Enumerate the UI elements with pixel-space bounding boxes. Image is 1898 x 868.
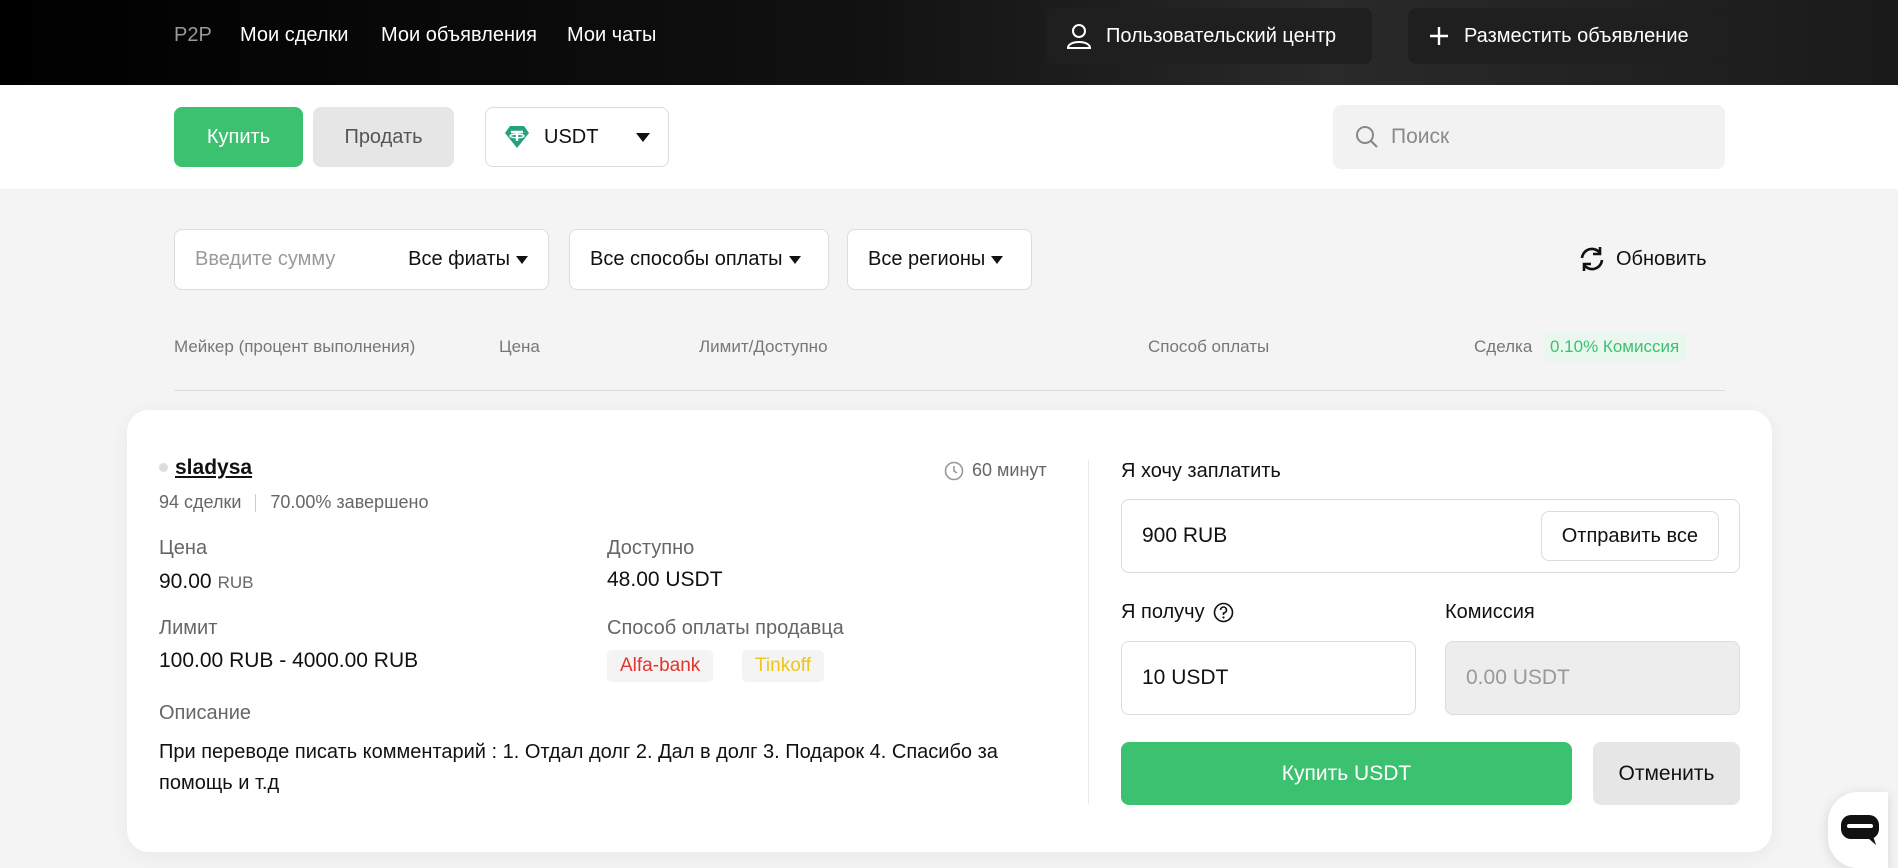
fee-amount-field: 0.00 USDT bbox=[1445, 641, 1740, 715]
price-value: 90.00 RUB bbox=[159, 570, 253, 594]
price-label: Цена bbox=[159, 537, 208, 559]
top-nav-bar: P2P Мои сделки Мои объявления Мои чаты П… bbox=[0, 0, 1898, 85]
description-label: Описание bbox=[159, 702, 252, 724]
search-icon bbox=[1356, 126, 1378, 148]
card-divider bbox=[1088, 460, 1089, 804]
chat-icon bbox=[1841, 815, 1879, 845]
nav-p2p[interactable]: P2P bbox=[174, 24, 212, 47]
coin-select[interactable]: USDT bbox=[485, 107, 669, 167]
pay-amount-value: 900 RUB bbox=[1142, 524, 1228, 547]
fee-amount-value: 0.00 USDT bbox=[1466, 666, 1570, 689]
payment-method-label: Все способы оплаты bbox=[590, 248, 783, 270]
trade-toolbar: Купить Продать USDT bbox=[0, 85, 1898, 189]
tether-icon bbox=[505, 126, 529, 148]
receive-label-text: Я получу bbox=[1121, 601, 1205, 623]
header-divider bbox=[174, 390, 1725, 391]
fee-badge: 0.10% Комиссия bbox=[1543, 332, 1687, 362]
payment-method-label-card: Способ оплаты продавца bbox=[607, 617, 844, 639]
description-text: При переводе писать комментарий : 1. Отд… bbox=[159, 741, 998, 794]
receive-amount-value: 10 USDT bbox=[1142, 666, 1229, 689]
region-label: Все регионы bbox=[868, 248, 986, 270]
nav-my-deals[interactable]: Мои сделки bbox=[240, 24, 348, 47]
refresh-icon bbox=[1580, 247, 1604, 271]
post-ad-label: Разместить объявление bbox=[1464, 24, 1689, 47]
search-box[interactable] bbox=[1333, 105, 1725, 169]
refresh-button[interactable]: Обновить bbox=[1578, 246, 1707, 272]
post-ad-button[interactable]: Разместить объявление bbox=[1408, 8, 1724, 64]
time-value: 60 минут bbox=[972, 460, 1047, 480]
plus-icon bbox=[1430, 27, 1448, 45]
pay-label: Я хочу заплатить bbox=[1121, 460, 1281, 482]
amount-filter: Все фиаты bbox=[174, 229, 549, 290]
cancel-button[interactable]: Отменить bbox=[1593, 742, 1740, 805]
fiat-dropdown[interactable]: Все фиаты bbox=[408, 248, 528, 271]
price-unit: RUB bbox=[217, 573, 254, 592]
maker-name-link[interactable]: sladysa bbox=[175, 456, 252, 480]
stats-separator bbox=[255, 493, 257, 512]
payment-tag-tinkoff: Tinkoff bbox=[742, 650, 824, 682]
coin-select-value: USDT bbox=[544, 125, 599, 148]
buy-usdt-button[interactable]: Купить USDT bbox=[1121, 742, 1572, 805]
receive-amount-field[interactable]: 10 USDT bbox=[1121, 641, 1416, 715]
caret-down-icon bbox=[516, 255, 528, 264]
maker-stats: 94 сделки 70.00% завершено bbox=[159, 492, 428, 513]
payment-method-dropdown[interactable]: Все способы оплаты bbox=[569, 229, 829, 290]
pay-amount-field[interactable]: 900 RUB Отправить все bbox=[1121, 499, 1740, 573]
chevron-down-icon bbox=[636, 126, 650, 149]
send-all-button[interactable]: Отправить все bbox=[1540, 511, 1719, 561]
search-input[interactable] bbox=[1391, 125, 1691, 149]
payment-tag-alfa-bank: Alfa-bank bbox=[607, 650, 714, 682]
caret-down-icon bbox=[788, 255, 801, 264]
column-header-limit: Лимит/Доступно bbox=[699, 337, 828, 356]
clock-icon bbox=[944, 461, 964, 480]
fee-label: Комиссия bbox=[1445, 601, 1535, 623]
nav-my-chats[interactable]: Мои чаты bbox=[567, 24, 656, 47]
price-amount: 90.00 bbox=[159, 570, 212, 593]
sell-tab[interactable]: Продать bbox=[313, 107, 454, 167]
refresh-label: Обновить bbox=[1616, 247, 1707, 270]
user-center-button[interactable]: Пользовательский центр bbox=[1046, 8, 1372, 64]
column-header-deal: Сделка bbox=[1474, 337, 1533, 356]
caret-down-icon bbox=[991, 255, 1004, 264]
fiat-dropdown-label: Все фиаты bbox=[408, 248, 510, 270]
nav-my-ads[interactable]: Мои объявления bbox=[381, 24, 537, 47]
support-chat-button[interactable] bbox=[1828, 792, 1888, 868]
column-header-method: Способ оплаты bbox=[1148, 337, 1270, 356]
maker-completion-rate: 70.00% завершено bbox=[270, 492, 429, 512]
help-icon[interactable] bbox=[1213, 602, 1234, 623]
limit-value: 100.00 RUB - 4000.00 RUB bbox=[159, 649, 419, 672]
maker-deals-count: 94 сделки bbox=[159, 492, 242, 512]
buy-tab[interactable]: Купить bbox=[174, 107, 303, 167]
column-header-price: Цена bbox=[499, 337, 540, 356]
receive-label: Я получу bbox=[1121, 601, 1234, 624]
region-dropdown[interactable]: Все регионы bbox=[847, 229, 1032, 290]
amount-input[interactable] bbox=[195, 248, 385, 271]
user-center-label: Пользовательский центр bbox=[1106, 24, 1337, 47]
available-value: 48.00 USDT bbox=[607, 568, 723, 591]
column-header-maker: Мейкер (процент выполнения) bbox=[174, 337, 416, 356]
user-icon bbox=[1066, 24, 1092, 49]
online-status-dot bbox=[159, 463, 168, 472]
limit-label: Лимит bbox=[159, 617, 218, 639]
payment-time-limit: 60 минут bbox=[944, 460, 1047, 481]
available-label: Доступно bbox=[607, 537, 695, 559]
